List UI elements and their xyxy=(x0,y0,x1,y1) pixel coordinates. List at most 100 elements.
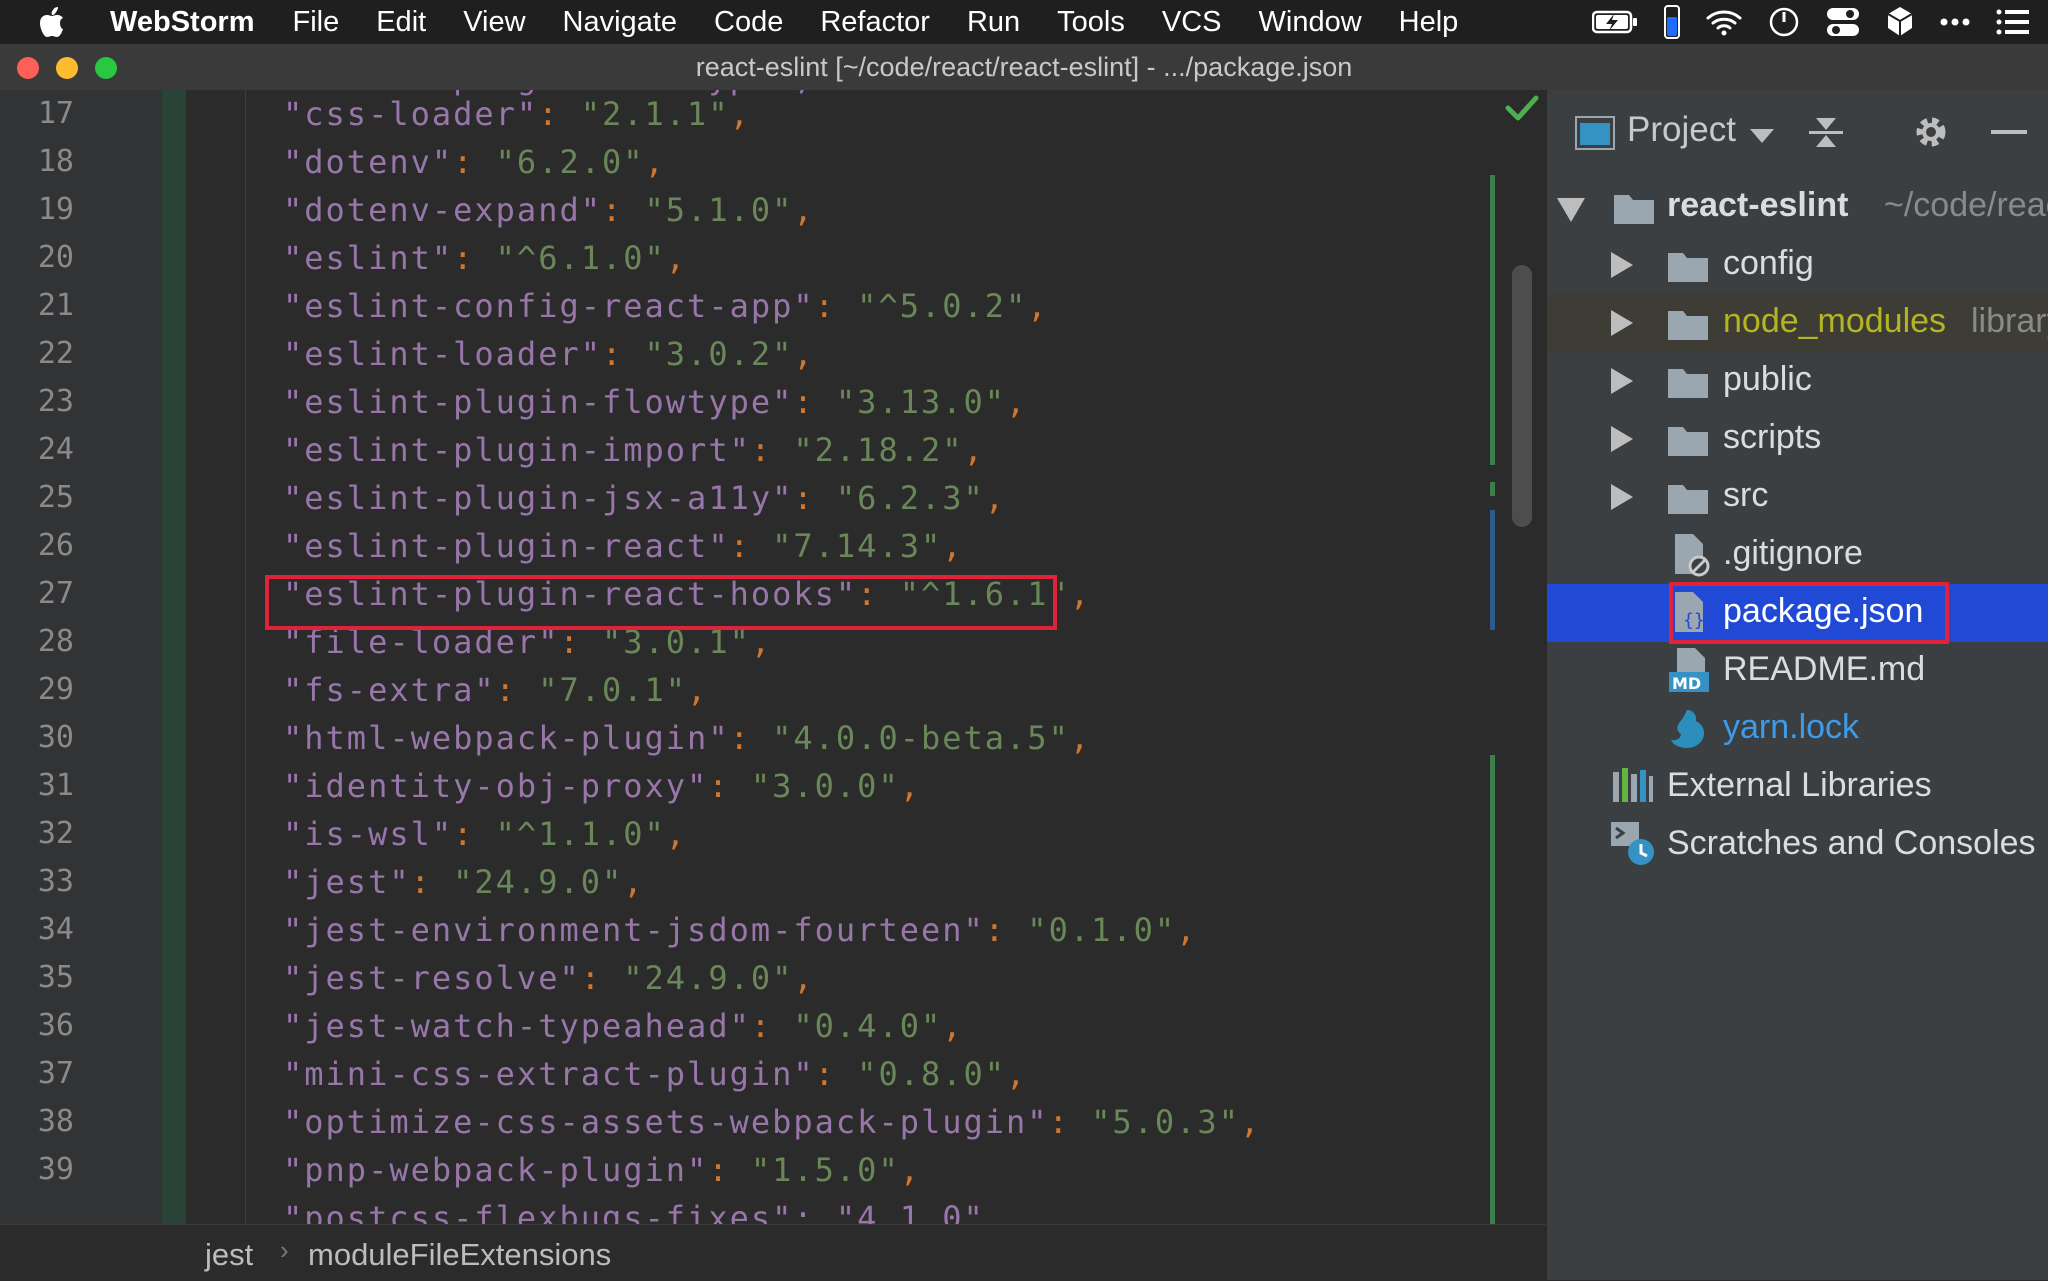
expand-arrow-icon[interactable] xyxy=(1611,368,1633,394)
root-project-name: react-eslint xyxy=(1667,186,1849,224)
menu-vcs[interactable]: VCS xyxy=(1162,6,1222,39)
menu-window[interactable]: Window xyxy=(1259,6,1362,39)
tree-item-label: public xyxy=(1723,360,1812,398)
editor-scrollbar-thumb[interactable] xyxy=(1512,265,1532,527)
tree-item-package-json[interactable]: {} package.json xyxy=(1547,582,2048,644)
line-number: 18 xyxy=(37,144,74,179)
json-comma: , xyxy=(984,479,1007,517)
tree-item-config[interactable]: config xyxy=(1547,236,2048,294)
more-icon[interactable] xyxy=(1940,17,1970,27)
code-editor[interactable]: "eslint-plugin-flowtype", 17 "css-loader":… xyxy=(0,90,1546,1224)
json-key: "jest-watch-typeahead" xyxy=(283,1007,751,1045)
apple-icon[interactable] xyxy=(36,5,70,39)
collapse-all-icon[interactable] xyxy=(1809,112,1843,156)
tree-item-label: config xyxy=(1723,244,1814,282)
menu-refactor[interactable]: Refactor xyxy=(820,6,930,39)
json-colon: : xyxy=(793,383,836,421)
tree-item-gitignore[interactable]: .gitignore xyxy=(1547,526,2048,584)
json-colon: : xyxy=(750,1007,794,1045)
json-colon: : xyxy=(814,1055,858,1093)
code-line: "eslint-plugin-jsx-a11y": "6.2.3", xyxy=(283,474,1006,522)
json-value: "24.9.0" xyxy=(453,863,624,901)
tree-item-node-modules[interactable]: node_modules library root xyxy=(1547,294,2048,352)
menu-run[interactable]: Run xyxy=(967,6,1020,39)
hide-panel-icon[interactable] xyxy=(1991,130,2027,134)
code-line: "eslint-plugin-react": "7.14.3", xyxy=(283,522,964,570)
json-comma: , xyxy=(729,95,751,133)
json-value: "2.1.1" xyxy=(580,95,730,133)
change-marker xyxy=(1490,755,1495,1224)
cube-icon[interactable] xyxy=(1886,6,1914,38)
line-number: 26 xyxy=(37,528,74,563)
breadcrumb-item-jest[interactable]: jest xyxy=(205,1237,253,1273)
line-number: 22 xyxy=(37,336,74,371)
menu-file[interactable]: File xyxy=(292,6,339,39)
json-comma: , xyxy=(1027,287,1049,325)
timer-icon[interactable] xyxy=(1768,6,1800,38)
json-key: "eslint" xyxy=(283,239,454,277)
status-tray xyxy=(1592,0,2030,44)
json-comma: , xyxy=(1239,1103,1262,1141)
tree-item-yarn-lock[interactable]: yarn.lock xyxy=(1547,700,2048,758)
battery-icon[interactable] xyxy=(1592,9,1638,35)
line-number: 34 xyxy=(37,912,74,947)
tree-item-label: README.md xyxy=(1723,650,1926,688)
ignore-file-icon xyxy=(1671,532,1711,582)
json-comma: , xyxy=(793,335,815,373)
json-key: "eslint-config-react-app" xyxy=(283,287,815,325)
line-number: 28 xyxy=(37,624,74,659)
expand-arrow-icon[interactable] xyxy=(1611,310,1633,336)
breadcrumb-separator: › xyxy=(280,1235,289,1265)
tree-item-src[interactable]: src xyxy=(1547,468,2048,526)
project-view-dropdown[interactable]: Project xyxy=(1627,110,1736,150)
code-line: "jest-watch-typeahead": "0.4.0", xyxy=(283,1002,964,1050)
json-key: "fs-extra" xyxy=(283,671,496,709)
code-line: "eslint-config-react-app": "^5.0.2", xyxy=(283,282,1049,330)
code-line: "eslint-plugin-import": "2.18.2", xyxy=(283,426,985,474)
code-line: "jest": "24.9.0", xyxy=(283,858,645,906)
menu-code[interactable]: Code xyxy=(714,6,783,39)
expand-arrow-icon[interactable] xyxy=(1611,252,1633,278)
tree-item-scripts[interactable]: scripts xyxy=(1547,410,2048,468)
wifi-icon[interactable] xyxy=(1706,8,1742,36)
tree-item-public[interactable]: public xyxy=(1547,352,2048,410)
memory-meter-icon[interactable] xyxy=(1664,5,1680,39)
json-key: "jest" xyxy=(283,863,411,901)
json-colon: : xyxy=(495,671,539,709)
project-view-icon xyxy=(1575,116,1615,154)
menu-navigate[interactable]: Navigate xyxy=(563,6,677,39)
json-value: "3.0.2" xyxy=(644,335,794,373)
json-comma: , xyxy=(942,1007,964,1045)
tree-item-readme[interactable]: MD README.md xyxy=(1547,642,2048,700)
code-line: "html-webpack-plugin": "4.0.0-beta.5", xyxy=(283,714,1091,762)
expand-arrow-icon[interactable] xyxy=(1557,198,1585,222)
tree-root-react-eslint[interactable]: react-eslint ~/code/react/react-eslint xyxy=(1547,178,2048,236)
highlight-annotation-package-json xyxy=(1669,582,1949,644)
menu-view[interactable]: View xyxy=(463,6,525,39)
menu-app-name[interactable]: WebStorm xyxy=(110,6,254,39)
menu-help[interactable]: Help xyxy=(1399,6,1459,39)
expand-arrow-icon[interactable] xyxy=(1611,426,1633,452)
expand-arrow-icon[interactable] xyxy=(1611,484,1633,510)
menu-edit[interactable]: Edit xyxy=(376,6,426,39)
external-libraries-icon xyxy=(1611,766,1655,808)
json-key: "eslint-plugin-jsx-a11y" xyxy=(283,479,794,517)
notification-center-icon[interactable] xyxy=(1996,9,2030,35)
json-colon: : xyxy=(729,527,773,565)
menu-tools[interactable]: Tools xyxy=(1057,6,1125,39)
json-comma: , xyxy=(665,239,688,277)
tree-item-external-libraries[interactable]: External Libraries xyxy=(1547,758,2048,816)
chevron-down-icon[interactable] xyxy=(1750,128,1774,147)
tree-item-scratches[interactable]: Scratches and Consoles xyxy=(1547,816,2048,874)
project-panel-header: Project xyxy=(1547,90,2048,174)
json-colon: : xyxy=(580,959,624,997)
library-root-tag: library root xyxy=(1971,302,2048,340)
gear-icon[interactable] xyxy=(1911,112,1951,156)
json-key: "is-wsl" xyxy=(283,815,454,853)
inspection-ok-check-icon[interactable] xyxy=(1505,94,1539,126)
json-colon: : xyxy=(984,911,1028,949)
breadcrumb-item-modulefileextensions[interactable]: moduleFileExtensions xyxy=(308,1237,611,1273)
tree-item-label: yarn.lock xyxy=(1723,708,1860,746)
control-center-icon[interactable] xyxy=(1826,6,1860,38)
macos-menu-bar: WebStorm File Edit View Navigate Code Re… xyxy=(0,0,2048,44)
